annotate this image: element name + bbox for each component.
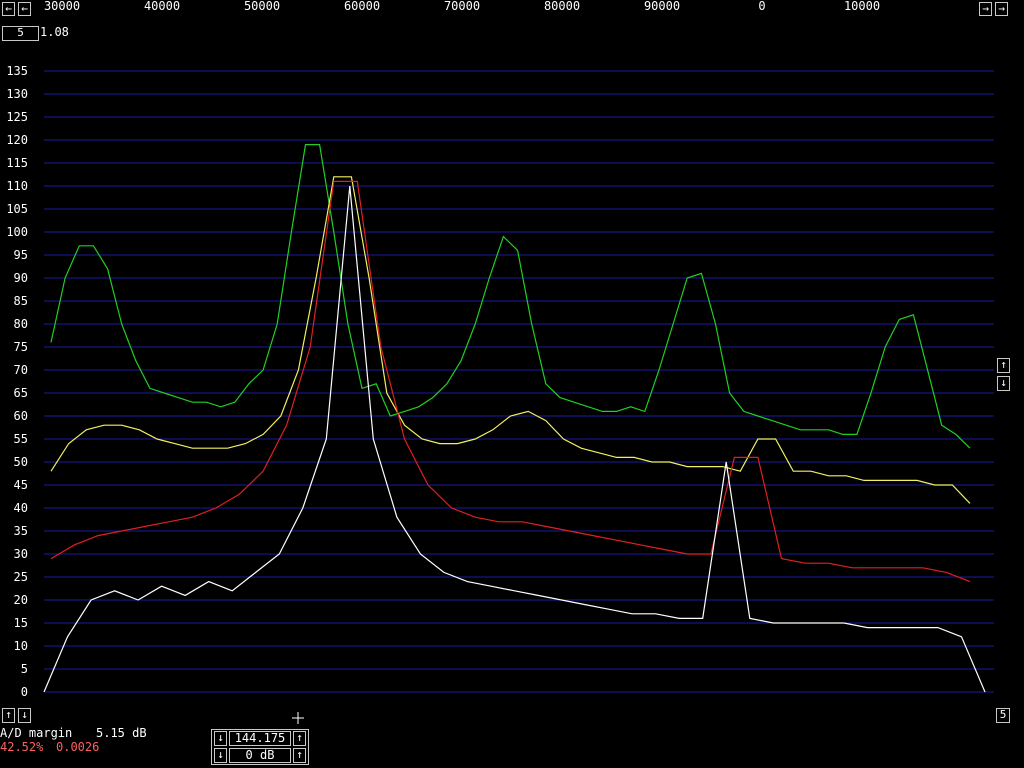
freq-down-button[interactable]: ↓ xyxy=(214,731,227,746)
gain-display: 0 dB xyxy=(229,748,291,763)
spectrum-trace-green xyxy=(50,144,971,449)
ad-margin-value: 5.15 dB xyxy=(96,726,147,740)
side-down-button[interactable]: ↓ xyxy=(997,376,1010,391)
ad-margin-label: A/D margin xyxy=(0,726,73,740)
gain-up-button[interactable]: ↑ xyxy=(293,748,306,763)
freq-up-button[interactable]: ↑ xyxy=(293,731,306,746)
gain-down-button[interactable]: ↓ xyxy=(214,748,227,763)
spectrum-trace-yellow xyxy=(50,176,971,504)
percent-value: 42.52% xyxy=(0,740,44,754)
bottom-down-button[interactable]: ↓ xyxy=(18,708,31,723)
spectrum-trace-red xyxy=(50,180,971,583)
bottom-up-button[interactable]: ↑ xyxy=(2,708,15,723)
spectrum-graph[interactable] xyxy=(0,0,1024,768)
center-controls: ↓ 144.175 ↑ ↓ 0 dB ↑ xyxy=(211,729,309,765)
side-up-button[interactable]: ↑ xyxy=(997,358,1010,373)
bottom-right-box[interactable]: 5 xyxy=(996,708,1010,723)
frequency-display: 144.175 xyxy=(229,731,291,746)
ratio-value: 0.0026 xyxy=(56,740,100,754)
